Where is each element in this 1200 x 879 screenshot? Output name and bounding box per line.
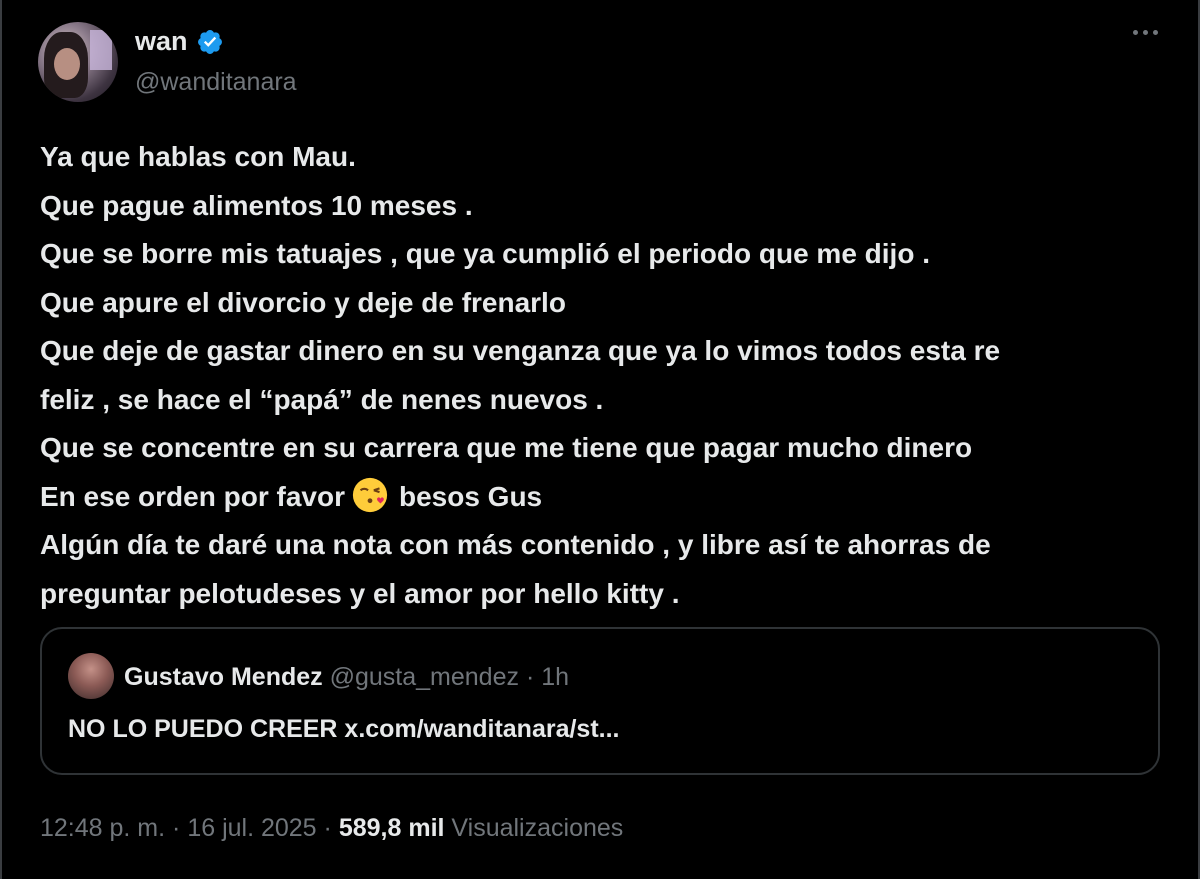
tweet-line: Que pague alimentos 10 meses . [40,189,473,221]
tweet-footer: 12:48 p. m. · 16 jul. 2025 · 589,8 mil V… [40,814,623,843]
tweet-line: Que apure el divorcio y deje de frenarlo [40,286,566,318]
quoted-author-avatar[interactable] [68,653,114,699]
avatar-face [54,48,80,80]
quoted-author-name[interactable]: Gustavo Mendez [124,663,323,691]
avatar-background-light [90,30,112,70]
views-count: 589,8 mil [338,814,445,842]
quoted-tweet-text: NO LO PUEDO CREER x.com/wanditanara/st..… [68,715,620,743]
views-label: Visualizaciones [451,814,624,842]
tweet-line: Algún día te daré una nota con más conte… [40,529,991,560]
tweet-frame: wan @wanditanara Ya que hablas con Mau. … [0,0,1200,879]
author-name-row[interactable]: wan [135,26,224,57]
tweet-line-part: besos Gus [398,480,543,512]
author-display-name[interactable]: wan [135,26,188,57]
tweet-date[interactable]: 16 jul. 2025 [187,814,316,842]
author-handle[interactable]: @wanditanara [135,68,297,97]
more-options-icon[interactable] [1133,30,1158,35]
face-blowing-kiss-icon [352,477,388,512]
tweet-line-part: En ese orden por favor [40,480,345,512]
tweet-line: feliz , se hace el “papá” de nenes nuevo… [40,383,604,415]
tweet-line-with-emoji: En ese orden por favor besos Gus [40,473,1160,522]
tweet-body: Ya que hablas con Mau. Que pague aliment… [40,133,1160,618]
verified-badge-icon [197,29,222,54]
tweet-line: Que deje de gastar dinero en su venganza… [40,335,1001,366]
tweet-line: Que se borre mis tatuajes , que ya cumpl… [40,238,930,269]
quoted-tweet-header: Gustavo Mendez @gusta_mendez · 1h [124,663,569,692]
quoted-separator: · [525,663,535,691]
quoted-tweet-card[interactable]: Gustavo Mendez @gusta_mendez · 1h NO LO … [40,627,1160,775]
tweet-line: preguntar pelotudeses y el amor por hell… [40,577,680,609]
tweet-time[interactable]: 12:48 p. m. [40,814,165,842]
quoted-author-handle[interactable]: @gusta_mendez [330,663,519,691]
tweet-line: Ya que hablas con Mau. [40,141,356,172]
tweet-line: Que se concentre en su carrera que me ti… [40,432,973,463]
footer-separator: · [172,814,181,842]
quoted-time[interactable]: 1h [541,663,569,691]
author-avatar[interactable] [38,22,118,102]
footer-separator: · [323,814,332,842]
